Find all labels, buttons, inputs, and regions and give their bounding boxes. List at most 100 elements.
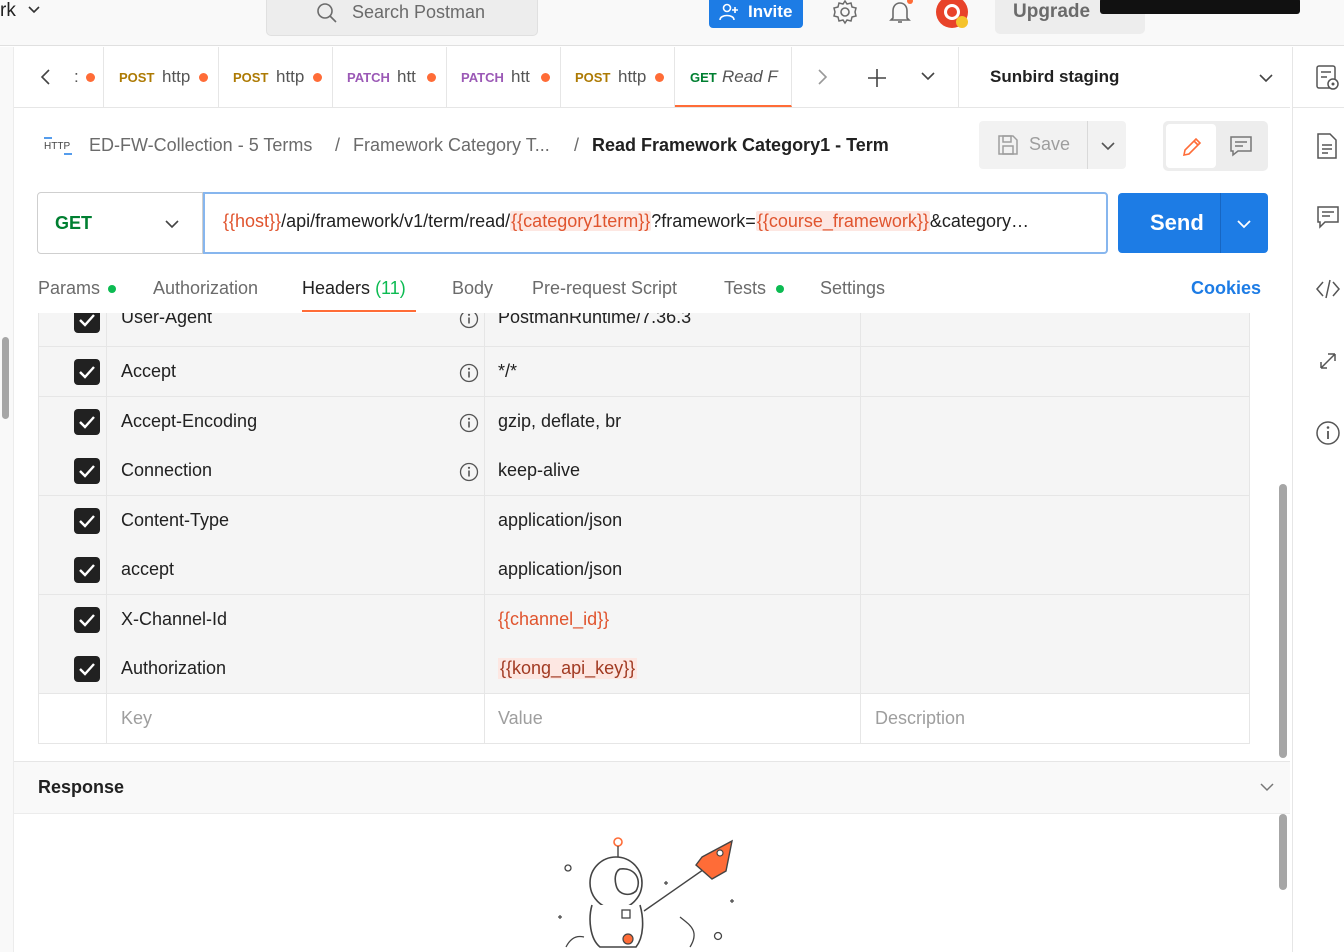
- avatar-icon[interactable]: [934, 0, 972, 30]
- check-icon: [79, 614, 95, 627]
- plus-icon[interactable]: [866, 67, 888, 89]
- breadcrumb-request[interactable]: Read Framework Category1 - Term: [592, 135, 889, 156]
- checkbox[interactable]: [74, 508, 100, 534]
- tab-params[interactable]: Params: [38, 278, 100, 299]
- environment-quicklook-icon[interactable]: [1315, 64, 1341, 92]
- checkbox[interactable]: [74, 557, 100, 583]
- chevron-right-icon[interactable]: [814, 67, 830, 87]
- header-key[interactable]: accept: [121, 559, 174, 580]
- invite-button[interactable]: Invite: [709, 0, 803, 28]
- value-input[interactable]: Value: [498, 708, 543, 729]
- info-icon[interactable]: [459, 313, 479, 329]
- header-key[interactable]: Accept-Encoding: [121, 411, 257, 432]
- table-row: accept application/json: [38, 545, 1250, 595]
- chevron-down-icon[interactable]: [1099, 138, 1117, 154]
- headers-count: (11): [375, 278, 406, 298]
- environment-selector[interactable]: Sunbird staging: [958, 47, 1290, 107]
- tab-patch-1[interactable]: PATCH htt: [333, 47, 447, 107]
- invite-label: Invite: [748, 2, 793, 21]
- chevron-down-icon[interactable]: [26, 2, 42, 18]
- save-button[interactable]: Save: [979, 121, 1088, 169]
- checkbox[interactable]: [74, 607, 100, 633]
- documentation-icon[interactable]: [1315, 132, 1339, 160]
- header-value[interactable]: keep-alive: [498, 460, 580, 481]
- tab-post-3[interactable]: POST http: [561, 47, 675, 107]
- tab-post-2[interactable]: POST http: [219, 47, 333, 107]
- tab-partial[interactable]: :: [74, 47, 104, 107]
- header-key[interactable]: Content-Type: [121, 510, 229, 531]
- tab-headers[interactable]: Headers (11): [302, 278, 406, 299]
- comment-mode-icon[interactable]: [1229, 135, 1253, 157]
- code-icon[interactable]: [1315, 276, 1341, 302]
- breadcrumb-folder[interactable]: Framework Category T...: [353, 135, 550, 156]
- unsaved-dot: [541, 73, 550, 82]
- astronaut-rocket-illustration: [558, 837, 734, 948]
- send-label: Send: [1150, 210, 1204, 235]
- send-button[interactable]: Send: [1118, 193, 1268, 253]
- header-value[interactable]: PostmanRuntime/7.36.3: [498, 313, 691, 328]
- save-button-group: Save: [979, 121, 1126, 169]
- tab-post-1[interactable]: POST http: [105, 47, 219, 107]
- chevron-down-icon: [165, 220, 179, 229]
- url-host-variable: {{host}}: [223, 211, 282, 231]
- info-icon[interactable]: [1315, 420, 1341, 446]
- header-key[interactable]: Accept: [121, 361, 176, 382]
- header-value[interactable]: */*: [498, 361, 517, 382]
- check-icon: [79, 314, 95, 327]
- scrollbar-thumb[interactable]: [1279, 814, 1287, 890]
- header-value[interactable]: gzip, deflate, br: [498, 411, 621, 432]
- table-row: Accept-Encoding gzip, deflate, br: [38, 397, 1250, 447]
- header-key[interactable]: Connection: [121, 460, 212, 481]
- chevron-down-icon: [1259, 74, 1273, 83]
- chevron-left-icon[interactable]: [38, 67, 54, 87]
- url-rest: &category…: [929, 211, 1029, 231]
- settings-icon[interactable]: [831, 0, 859, 26]
- header-value[interactable]: {{kong_api_key}}: [498, 658, 638, 679]
- chevron-down-icon[interactable]: [919, 67, 937, 85]
- description-input[interactable]: Description: [875, 708, 965, 729]
- response-title: Response: [38, 777, 125, 797]
- chevron-down-icon[interactable]: [1236, 217, 1252, 231]
- scrollbar-thumb[interactable]: [2, 337, 9, 419]
- info-icon[interactable]: [459, 363, 479, 383]
- tab-body[interactable]: Body: [452, 278, 493, 299]
- check-icon: [79, 663, 95, 676]
- header-value[interactable]: {{channel_id}}: [498, 609, 609, 630]
- checkbox[interactable]: [74, 458, 100, 484]
- info-icon[interactable]: [459, 413, 479, 433]
- key-input[interactable]: Key: [121, 708, 152, 729]
- related-collections-icon[interactable]: [1315, 348, 1341, 374]
- breadcrumb-separator: /: [574, 135, 580, 155]
- tab-pre-request-script[interactable]: Pre-request Script: [532, 278, 677, 299]
- header-value[interactable]: application/json: [498, 559, 622, 580]
- checkbox[interactable]: [74, 656, 100, 682]
- chevron-down-icon[interactable]: [1258, 779, 1276, 795]
- workspace-name[interactable]: rk: [0, 0, 16, 22]
- breadcrumb-collection[interactable]: ED-FW-Collection - 5 Terms: [89, 135, 312, 156]
- method-select[interactable]: GET: [37, 192, 203, 254]
- header-key[interactable]: X-Channel-Id: [121, 609, 227, 630]
- check-icon: [79, 515, 95, 528]
- bell-icon[interactable]: [886, 0, 914, 26]
- checkbox[interactable]: [74, 409, 100, 435]
- scrollbar-thumb[interactable]: [1279, 484, 1287, 758]
- cookies-link[interactable]: Cookies: [1191, 278, 1261, 299]
- comments-icon[interactable]: [1315, 204, 1341, 230]
- edit-mode-button[interactable]: [1166, 124, 1216, 168]
- checkbox[interactable]: [74, 359, 100, 385]
- info-icon[interactable]: [459, 462, 479, 482]
- tab-authorization[interactable]: Authorization: [153, 278, 258, 299]
- search-input[interactable]: Search Postman: [266, 0, 538, 36]
- header-key[interactable]: Authorization: [121, 658, 226, 679]
- tab-patch-2[interactable]: PATCH htt: [447, 47, 561, 107]
- checkbox[interactable]: [74, 313, 100, 333]
- header-value[interactable]: application/json: [498, 510, 622, 531]
- header-key[interactable]: User-Agent: [121, 313, 212, 328]
- tab-settings[interactable]: Settings: [820, 278, 885, 299]
- tab-get-active[interactable]: GET Read F: [675, 47, 792, 107]
- tab-tests[interactable]: Tests: [724, 278, 766, 299]
- mode-toggle: [1163, 121, 1268, 171]
- response-header[interactable]: Response: [14, 762, 1290, 814]
- search-icon: [317, 3, 337, 23]
- url-input[interactable]: {{host}}/api/framework/v1/term/read/{{ca…: [203, 192, 1108, 254]
